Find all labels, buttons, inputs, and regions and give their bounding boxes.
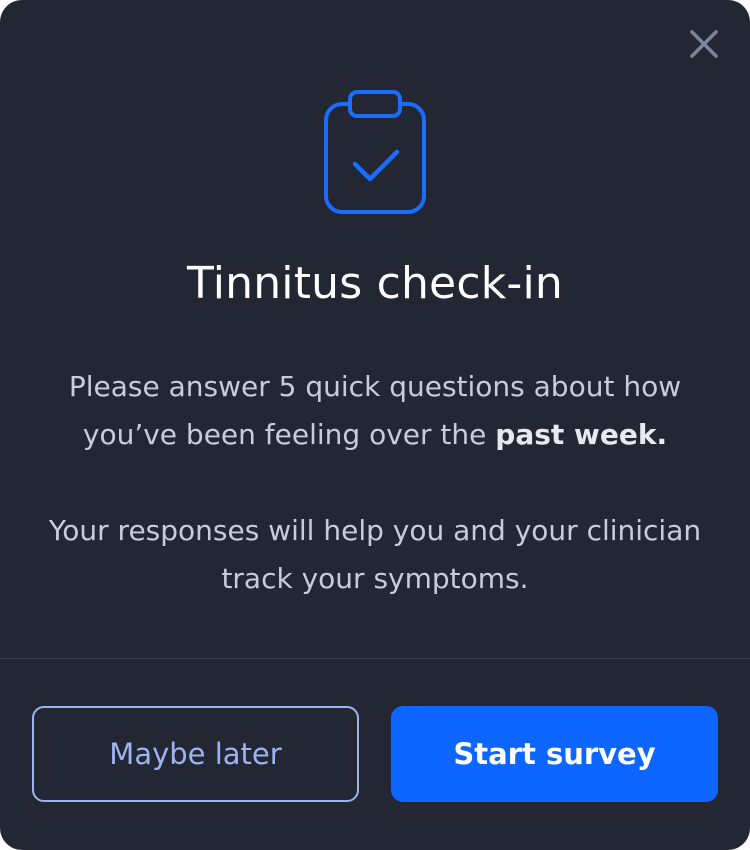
footer-divider [0, 658, 750, 659]
clipboard-check-icon [324, 90, 426, 214]
maybe-later-button[interactable]: Maybe later [32, 706, 359, 802]
note-text: Your responses will help you and your cl… [48, 514, 702, 595]
close-icon [690, 30, 718, 58]
maybe-later-label: Maybe later [109, 737, 282, 771]
start-survey-label: Start survey [453, 737, 656, 771]
intro-text: Please answer 5 quick questions about ho… [30, 363, 720, 459]
start-survey-button[interactable]: Start survey [391, 706, 718, 802]
close-button[interactable] [686, 26, 722, 62]
dialog-title: Tinnitus check-in [186, 258, 563, 309]
survey-dialog: Tinnitus check-in Please answer 5 quick … [0, 0, 750, 850]
intro-text-emphasis: past week. [495, 418, 668, 451]
